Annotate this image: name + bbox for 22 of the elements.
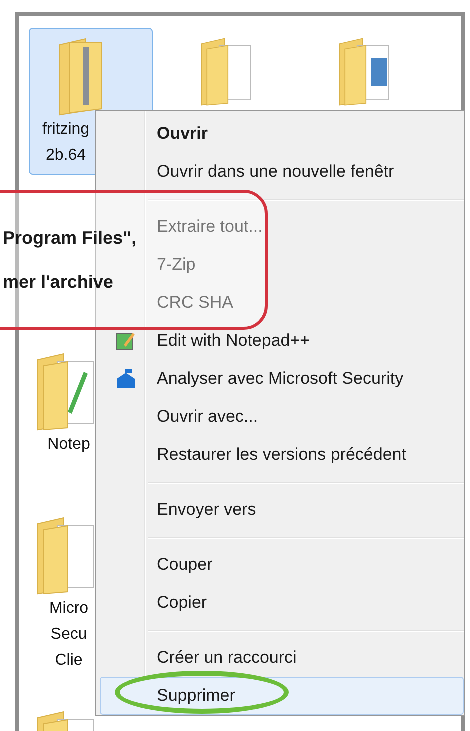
menu-item[interactable]: 7-Zip <box>150 246 464 284</box>
menu-item[interactable]: Supprimer <box>100 677 464 715</box>
menu-item[interactable]: CRC SHA <box>150 284 464 322</box>
menu-item[interactable]: Extraire tout... <box>150 208 464 246</box>
file-name: 2b.64 <box>44 146 88 166</box>
menu-item[interactable]: Couper <box>150 546 464 584</box>
file-name: Clie <box>55 651 83 671</box>
menu-item[interactable]: Envoyer vers <box>150 491 464 529</box>
file-name: fritzing <box>41 120 91 140</box>
menu-item[interactable]: Ouvrir <box>150 115 464 153</box>
file-name: Notep <box>48 435 90 455</box>
callout-text: Program Files", <box>3 227 137 250</box>
file-name: Micro <box>49 599 89 619</box>
menu-item[interactable]: Restaurer les versions précédent <box>150 436 464 474</box>
menu-item[interactable]: Ouvrir avec... <box>150 398 464 436</box>
notepad-icon <box>116 331 136 351</box>
file-name: Secu <box>50 625 88 645</box>
menu-item[interactable]: Créer un raccourci <box>150 639 464 677</box>
menu-item[interactable]: Copier <box>150 584 464 622</box>
menu-item[interactable]: Ouvrir dans une nouvelle fenêtr <box>150 153 464 191</box>
house-icon <box>116 369 136 389</box>
callout-text: mer l'archive <box>3 271 114 294</box>
